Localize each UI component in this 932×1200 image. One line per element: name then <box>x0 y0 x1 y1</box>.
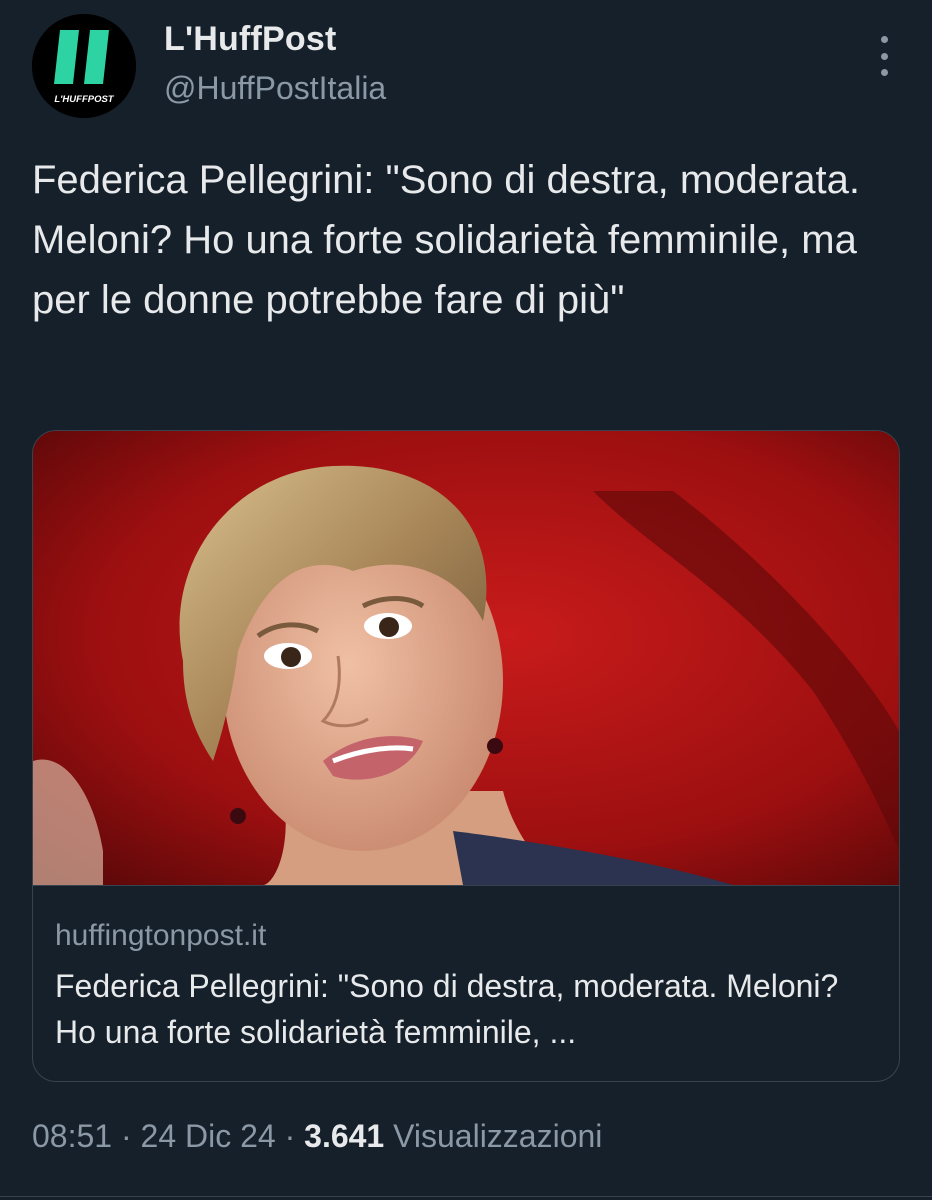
more-vertical-icon[interactable] <box>868 36 900 76</box>
meta-separator: · <box>120 1118 132 1154</box>
meta-separator: · <box>284 1118 296 1154</box>
card-domain: huffingtonpost.it <box>55 919 267 952</box>
card-image[interactable] <box>33 431 899 885</box>
huffpost-logo: L'HUFFPOST <box>32 14 136 118</box>
tweet-text: Federica Pellegrini: "Sono di destra, mo… <box>32 158 860 322</box>
tweet-header: L'HUFFPOST L'HuffPost @HuffPostItalia <box>32 14 900 118</box>
tweet-meta: 08:51 · 24 Dic 24 · 3.641 Visualizzazion… <box>32 1118 602 1155</box>
author-handle[interactable]: @HuffPostItalia <box>164 70 386 107</box>
avatar[interactable]: L'HUFFPOST <box>32 14 136 118</box>
views-label: Visualizzazioni <box>393 1118 603 1154</box>
link-card[interactable]: huffingtonpost.it Federica Pellegrini: "… <box>32 430 900 1082</box>
tweet-time[interactable]: 08:51 <box>32 1118 112 1154</box>
tweet-date[interactable]: 24 Dic 24 <box>141 1118 276 1154</box>
views-count: 3.641 <box>304 1118 385 1154</box>
bottom-divider <box>0 1196 932 1197</box>
portrait-photo <box>33 431 899 885</box>
author-name[interactable]: L'HuffPost <box>164 20 337 59</box>
card-title: Federica Pellegrini: "Sono di destra, mo… <box>55 968 839 1050</box>
more-dot <box>880 69 888 76</box>
more-dot <box>880 36 888 43</box>
more-dot <box>880 52 888 60</box>
avatar-logo-text: L'HUFFPOST <box>54 94 114 105</box>
card-divider <box>33 885 899 886</box>
